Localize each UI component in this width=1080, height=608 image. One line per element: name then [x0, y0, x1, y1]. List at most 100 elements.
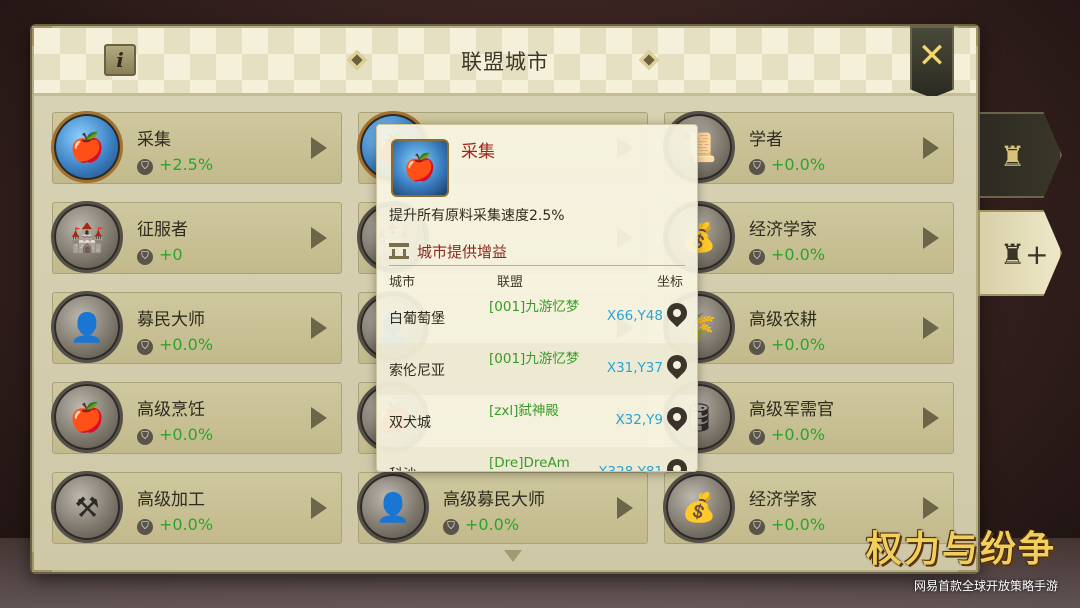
bonus-value-text: +0.0%	[771, 245, 826, 264]
arrow-right-icon[interactable]	[923, 137, 939, 159]
bonus-value-text: +0.0%	[771, 425, 826, 444]
bonus-value-text: +0.0%	[159, 515, 214, 534]
arrow-right-icon[interactable]	[311, 407, 327, 429]
bonus-icon: 🍎	[51, 111, 123, 183]
bonus-value: ⛉ +0.0%	[749, 425, 825, 445]
city-row[interactable]: 索伦尼亚 [001]九游忆梦 X31,Y37	[377, 343, 697, 395]
bonus-value-text: +2.5%	[159, 155, 214, 174]
city-bonus-card[interactable]: 🏰 征服者 ⛉ +0	[51, 201, 342, 274]
arrow-right-icon[interactable]	[923, 497, 939, 519]
bonus-icon: 💰	[663, 471, 735, 543]
coordinates-link[interactable]: X32,Y9	[615, 412, 663, 428]
arrow-right-icon[interactable]	[311, 227, 327, 249]
coordinates-link[interactable]: X66,Y48	[607, 308, 663, 324]
panel-header: i 联盟城市 ✕	[34, 26, 976, 98]
panel-title: 联盟城市	[461, 50, 549, 74]
shield-icon: ⛉	[749, 339, 765, 355]
map-pin-icon[interactable]	[662, 350, 692, 380]
bonus-glyph-icon: 🍎	[69, 131, 105, 164]
bonus-value: ⛉ +0	[137, 245, 183, 265]
city-name: 双犬城	[389, 415, 431, 431]
city-bonus-card[interactable]: 🌾 高级农耕 ⛉ +0.0%	[663, 291, 954, 364]
bonus-icon: 🏰	[51, 201, 123, 273]
bonus-icon: 👤	[357, 471, 429, 543]
bonus-value-text: +0.0%	[771, 335, 826, 354]
tooltip-section-title: 城市提供增益	[389, 241, 507, 262]
alliance-name: [zxl]弑神殿	[489, 403, 559, 419]
bonus-name: 募民大师	[137, 310, 205, 330]
bonus-icon: 🍎	[51, 381, 123, 453]
coordinates-link[interactable]: X31,Y37	[607, 360, 663, 376]
city-bonus-card[interactable]: 🍎 高级烹饪 ⛉ +0.0%	[51, 381, 342, 454]
bonus-value: ⛉ +0.0%	[443, 515, 519, 535]
bonus-glyph-icon: 👤	[69, 311, 105, 344]
city-row[interactable]: 科沙 [Dre]DreAm X328,Y81	[377, 447, 697, 471]
bonus-glyph-icon: ⚒	[74, 491, 100, 524]
bonus-icon: 👤	[51, 291, 123, 363]
arrow-right-icon[interactable]	[923, 227, 939, 249]
game-slogan: 网易首款全球开放策略手游	[913, 579, 1058, 593]
bonus-name: 高级军需官	[749, 400, 834, 420]
shield-icon: ⛉	[749, 159, 765, 175]
castle-add-icon: ♜+	[1000, 238, 1049, 271]
header-city: 城市	[389, 275, 416, 290]
arrow-right-icon[interactable]	[311, 497, 327, 519]
city-row[interactable]: 双犬城 [zxl]弑神殿 X32,Y9	[377, 395, 697, 447]
bank-icon	[389, 243, 409, 259]
divider	[389, 265, 685, 266]
city-bonus-card[interactable]: 💰 经济学家 ⛉ +0.0%	[663, 201, 954, 274]
bonus-name: 征服者	[137, 220, 188, 240]
side-tab-cities[interactable]: ♜	[978, 112, 1062, 198]
bonus-glyph-icon: 🍎	[69, 401, 105, 434]
corner-ornament	[958, 26, 978, 46]
city-name: 白葡萄堡	[389, 311, 445, 327]
bonus-value: ⛉ +0.0%	[137, 335, 213, 355]
shield-icon: ⛉	[443, 519, 459, 535]
city-bonus-card[interactable]: 🍎 采集 ⛉ +2.5%	[51, 111, 342, 184]
map-pin-icon[interactable]	[662, 298, 692, 328]
city-bonus-card[interactable]: 👤 募民大师 ⛉ +0.0%	[51, 291, 342, 364]
castle-icon: ♜	[1000, 140, 1026, 173]
bonus-name: 采集	[137, 130, 171, 150]
corner-ornament	[32, 26, 52, 46]
city-bonus-card[interactable]: 🛢 高级军需官 ⛉ +0.0%	[663, 381, 954, 454]
arrow-right-icon[interactable]	[923, 317, 939, 339]
bonus-name: 高级加工	[137, 490, 205, 510]
city-bonus-card[interactable]: 📜 学者 ⛉ +0.0%	[663, 111, 954, 184]
bonus-name: 经济学家	[749, 220, 817, 240]
side-tab-add-city[interactable]: ♜+	[978, 210, 1062, 296]
shield-icon: ⛉	[137, 249, 153, 265]
bonus-name: 高级农耕	[749, 310, 817, 330]
bonus-name: 学者	[749, 130, 783, 150]
map-pin-icon[interactable]	[662, 454, 692, 471]
bonus-glyph-icon: 💰	[681, 491, 717, 524]
arrow-right-icon[interactable]	[311, 317, 327, 339]
coordinates-link[interactable]: X328,Y81	[598, 464, 663, 471]
alliance-name: [001]九游忆梦	[489, 299, 580, 315]
arrow-right-icon[interactable]	[617, 497, 633, 519]
scroll-down-arrow-icon[interactable]	[504, 550, 522, 562]
gathering-icon: 🍎	[391, 139, 449, 197]
bonus-value-text: +0.0%	[159, 335, 214, 354]
shield-icon: ⛉	[137, 519, 153, 535]
city-bonus-card[interactable]: ⚒ 高级加工 ⛉ +0.0%	[51, 471, 342, 544]
shield-icon: ⛉	[137, 339, 153, 355]
map-pin-icon[interactable]	[662, 402, 692, 432]
tooltip-description: 提升所有原料采集速度2.5%	[389, 208, 565, 224]
bonus-value-text: +0.0%	[159, 425, 214, 444]
arrow-right-icon[interactable]	[923, 407, 939, 429]
arrow-right-icon[interactable]	[311, 137, 327, 159]
city-row[interactable]: 白葡萄堡 [001]九游忆梦 X66,Y48	[377, 291, 697, 343]
shield-icon: ⛉	[137, 429, 153, 445]
bonus-name: 经济学家	[749, 490, 817, 510]
close-button[interactable]: ✕	[910, 26, 954, 98]
bonus-tooltip: 🍎 采集 提升所有原料采集速度2.5% 城市提供增益 城市 联盟 坐标 白葡萄堡…	[376, 124, 698, 472]
bonus-value-text: +0.0%	[771, 155, 826, 174]
alliance-name: [001]九游忆梦	[489, 351, 580, 367]
shield-icon: ⛉	[137, 159, 153, 175]
bonus-value: ⛉ +0.0%	[749, 245, 825, 265]
bonus-icon: ⚒	[51, 471, 123, 543]
city-bonus-card[interactable]: 👤 高级募民大师 ⛉ +0.0%	[357, 471, 648, 544]
bonus-value: ⛉ +2.5%	[137, 155, 213, 175]
bonus-value: ⛉ +0.0%	[749, 515, 825, 535]
